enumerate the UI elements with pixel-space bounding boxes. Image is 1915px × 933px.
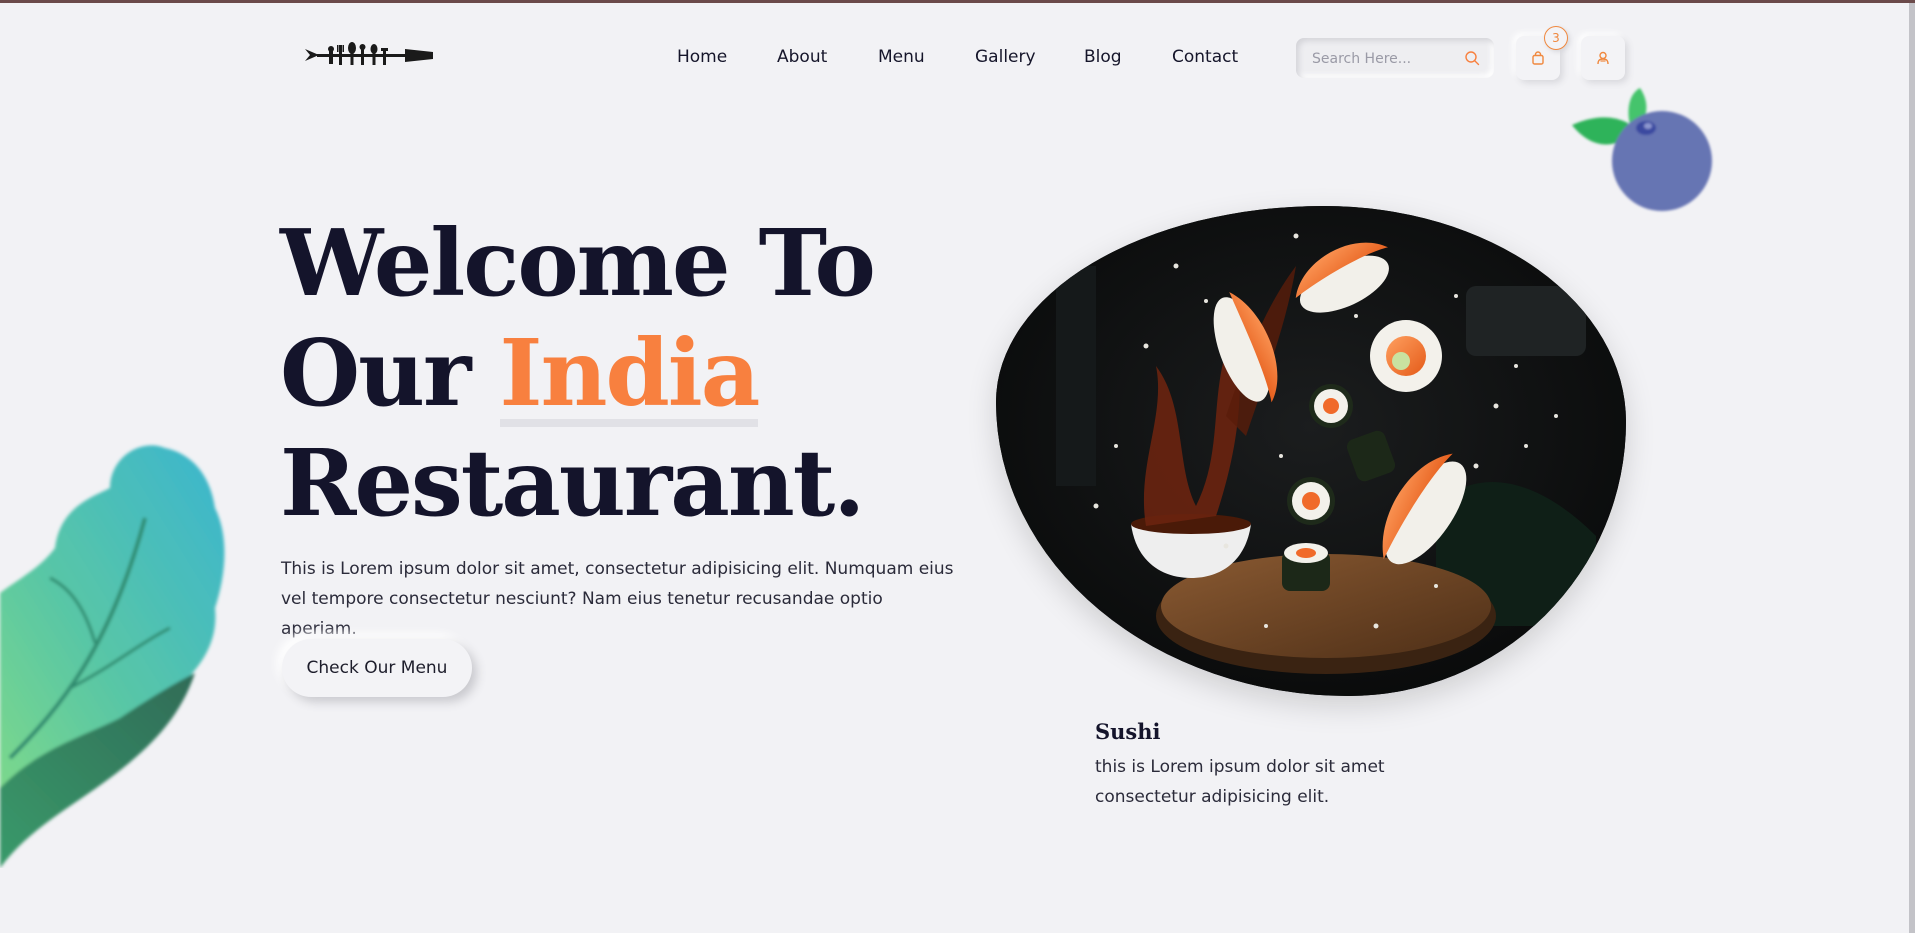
nav-about[interactable]: About [777,47,827,67]
leaf-decoration [0,445,225,868]
cart-count-badge: 3 [1544,26,1568,50]
featured-dish-description: this is Lorem ipsum dolor sit amet conse… [1095,757,1385,807]
hero-title-accent: India [499,319,760,427]
user-button[interactable] [1581,36,1625,80]
cart-button[interactable]: 3 [1516,26,1568,80]
hero-title-line-3: Restaurant. [280,429,865,537]
nav-contact[interactable]: Contact [1172,47,1238,67]
blueberry-decoration [1572,88,1712,211]
search-icon[interactable] [1464,50,1480,66]
nav-gallery[interactable]: Gallery [975,47,1036,67]
search-box [1296,38,1494,80]
sushi-illustration [996,206,1626,696]
search-input[interactable] [1310,38,1464,80]
user-icon [1597,51,1609,65]
scrollbar-thumb[interactable] [1909,3,1915,933]
nav-menu[interactable]: Menu [878,47,925,67]
hero-title-line-2-prefix: Our [280,319,500,427]
featured-dish-name: Sushi [1095,719,1161,744]
hero-description: This is Lorem ipsum dolor sit amet, cons… [281,559,954,639]
restaurant-logo[interactable] [305,39,433,71]
hero-title: Welcome To Our India Restaurant. [280,208,876,538]
check-menu-button[interactable]: Check Our Menu [282,639,472,697]
featured-dish-image [996,206,1626,696]
scrollbar[interactable] [1909,3,1915,933]
nav-home[interactable]: Home [677,47,727,67]
nav-blog[interactable]: Blog [1084,47,1122,67]
shopping-bag-icon [1532,51,1544,65]
hero-title-line-1: Welcome To [280,209,876,317]
